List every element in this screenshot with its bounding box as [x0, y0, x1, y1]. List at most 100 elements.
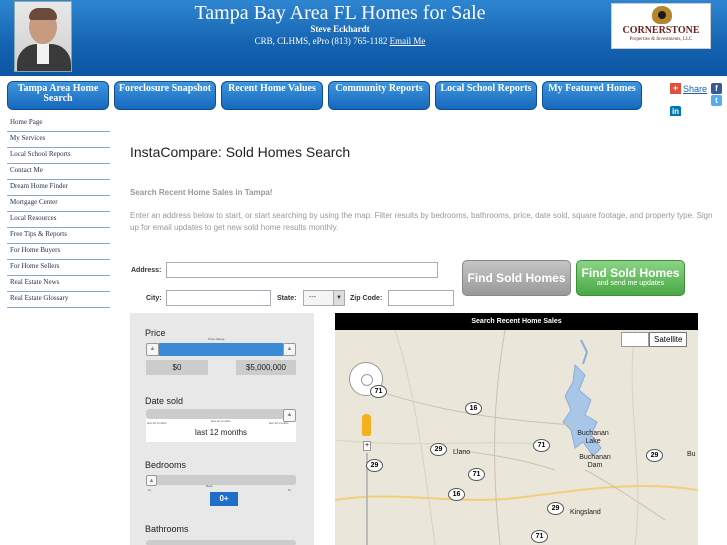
- sidebar-item-mortgage[interactable]: Mortgage Center: [7, 196, 110, 212]
- zip-label: Zip Code:: [350, 295, 383, 302]
- state-label: State:: [277, 295, 297, 302]
- price-slider[interactable]: ▲ ▲: [146, 343, 296, 356]
- date-sold-slider[interactable]: ▲ last 12 months last 12 months last 12 …: [146, 409, 296, 442]
- page-subheading: Search Recent Home Sales in Tampa!: [130, 188, 273, 197]
- sidebar-item-dream-home[interactable]: Dream Home Finder: [7, 180, 110, 196]
- sidebar-item-school-reports[interactable]: Local School Reports: [7, 148, 110, 164]
- map-place-label: Bu: [687, 451, 696, 458]
- agent-photo: [14, 1, 72, 72]
- contact-line: CRB, CLHMS, ePro (813) 765-1182 Email Me: [80, 36, 600, 46]
- address-label: Address:: [131, 267, 162, 274]
- beds-caption-left: 0+: [148, 488, 152, 492]
- street-view-icon[interactable]: [362, 414, 371, 436]
- city-input[interactable]: [166, 290, 271, 306]
- contact-phone: CRB, CLHMS, ePro (813) 765-1182: [254, 36, 388, 46]
- zip-input[interactable]: [388, 290, 454, 306]
- date-sold-label: Date sold: [145, 396, 184, 406]
- sidebar-item-buyers[interactable]: For Home Buyers: [7, 244, 110, 260]
- map-place-label: Kingsland: [570, 509, 601, 516]
- map-place-label: Buchanan Lake: [577, 430, 609, 445]
- map-canvas[interactable]: Satellite + 71 16 29 29 71 71 16 29 29 7…: [335, 330, 698, 545]
- sidebar-item-resources[interactable]: Local Resources: [7, 212, 110, 228]
- price-max-value: $5,000,000: [236, 360, 296, 375]
- agent-name: Steve Eckhardt: [310, 24, 370, 34]
- sidebar-item-sellers[interactable]: For Home Sellers: [7, 260, 110, 276]
- highway-marker: 29: [430, 443, 447, 456]
- site-header: Tampa Bay Area FL Homes for Sale Steve E…: [0, 0, 727, 76]
- highway-marker: 71: [533, 439, 550, 452]
- price-min-handle[interactable]: ▲: [146, 343, 159, 356]
- logo-subtitle: Properties & Investments, LLC: [629, 37, 693, 42]
- bedrooms-label: Bedrooms: [145, 460, 187, 470]
- find-and-update-button[interactable]: Find Sold Homes and send me updates: [576, 260, 685, 296]
- sidebar-item-my-services[interactable]: My Services: [7, 132, 110, 148]
- sidebar-item-glossary[interactable]: Real Estate Glossary: [7, 292, 110, 308]
- map-header: Search Recent Home Sales: [335, 313, 698, 330]
- email-me-link[interactable]: Email Me: [390, 36, 426, 46]
- share-button[interactable]: + Share: [670, 83, 708, 95]
- sidebar-item-home-page[interactable]: Home Page: [7, 116, 110, 132]
- logo-name: CORNERSTONE: [622, 25, 700, 36]
- nav-school-button[interactable]: Local School Reports: [435, 81, 537, 110]
- zoom-control[interactable]: +: [363, 441, 371, 545]
- beds-caption-right: 5+: [288, 488, 292, 492]
- page-title: InstaCompare: Sold Homes Search: [130, 144, 351, 160]
- nav-community-button[interactable]: Community Reports: [328, 81, 430, 110]
- plus-icon: +: [670, 83, 681, 95]
- highway-marker: 71: [370, 385, 387, 398]
- highway-marker: 29: [646, 449, 663, 462]
- search-map[interactable]: Search Recent Home Sales Satellite + 71 …: [335, 313, 698, 545]
- price-filter-label: Price: [145, 328, 166, 338]
- map-view-button[interactable]: [621, 332, 649, 347]
- sidebar-item-news[interactable]: Real Estate News: [7, 276, 110, 292]
- state-select[interactable]: --- ▼: [303, 290, 345, 306]
- date-caption-right: last 12 months: [269, 421, 289, 425]
- page-description: Enter an address below to start, or star…: [130, 211, 713, 232]
- sidebar-item-tips[interactable]: Free Tips & Reports: [7, 228, 110, 244]
- satellite-button[interactable]: Satellite: [649, 332, 688, 347]
- highway-marker: 71: [468, 468, 485, 481]
- map-place-label: Buchanan Dam: [579, 454, 611, 469]
- highway-marker: 71: [531, 530, 548, 543]
- share-label: Share: [683, 83, 708, 94]
- bedrooms-slider[interactable]: ▲: [146, 475, 296, 486]
- crest-icon: [652, 6, 672, 24]
- sidebar-nav: Home Page My Services Local School Repor…: [7, 116, 110, 308]
- sidebar-item-contact-me[interactable]: Contact Me: [7, 164, 110, 180]
- date-sold-value: last 12 months: [194, 428, 248, 437]
- bedrooms-handle[interactable]: ▲: [146, 475, 157, 486]
- highway-marker: 29: [547, 502, 564, 515]
- date-sold-track: [146, 409, 296, 419]
- company-logo[interactable]: CORNERSTONE Properties & Investments, LL…: [611, 3, 711, 49]
- nav-featured-button[interactable]: My Featured Homes: [542, 81, 642, 110]
- price-range-caption: Price Range: [208, 337, 225, 341]
- bathrooms-label: Bathrooms: [145, 524, 189, 534]
- find-and-update-sub: and send me updates: [596, 280, 665, 287]
- beds-caption: Beds: [206, 484, 213, 488]
- date-caption-mid: last 12 months: [211, 419, 231, 423]
- highway-marker: 16: [448, 488, 465, 501]
- highway-marker: 16: [465, 402, 482, 415]
- find-and-update-label: Find Sold Homes: [581, 266, 680, 280]
- price-slider-fill: [159, 343, 283, 356]
- zoom-in-icon[interactable]: +: [363, 441, 371, 451]
- state-selected-value: ---: [309, 294, 316, 301]
- nav-home-search-button[interactable]: Tampa Area Home Search: [7, 81, 109, 110]
- facebook-icon[interactable]: f: [711, 83, 722, 94]
- address-input[interactable]: [166, 262, 438, 278]
- filters-panel: Price Price Range ▲ ▲ $0 $5,000,000 Date…: [130, 313, 314, 545]
- main-content: InstaCompare: Sold Homes Search Search R…: [124, 116, 727, 545]
- city-label: City:: [146, 295, 162, 302]
- twitter-icon[interactable]: t: [711, 95, 722, 106]
- chevron-down-icon: ▼: [333, 291, 344, 305]
- bedrooms-value: 0+: [210, 492, 238, 506]
- nav-foreclosure-button[interactable]: Foreclosure Snapshot: [114, 81, 216, 110]
- bathrooms-slider[interactable]: [146, 540, 296, 545]
- find-sold-homes-button[interactable]: Find Sold Homes: [462, 260, 571, 296]
- site-title: Tampa Bay Area FL Homes for Sale: [194, 2, 486, 24]
- price-max-handle[interactable]: ▲: [283, 343, 296, 356]
- map-place-label: Llano: [453, 449, 471, 456]
- nav-home-values-button[interactable]: Recent Home Values: [221, 81, 323, 110]
- highway-marker: 29: [366, 459, 383, 472]
- price-min-value: $0: [146, 360, 208, 375]
